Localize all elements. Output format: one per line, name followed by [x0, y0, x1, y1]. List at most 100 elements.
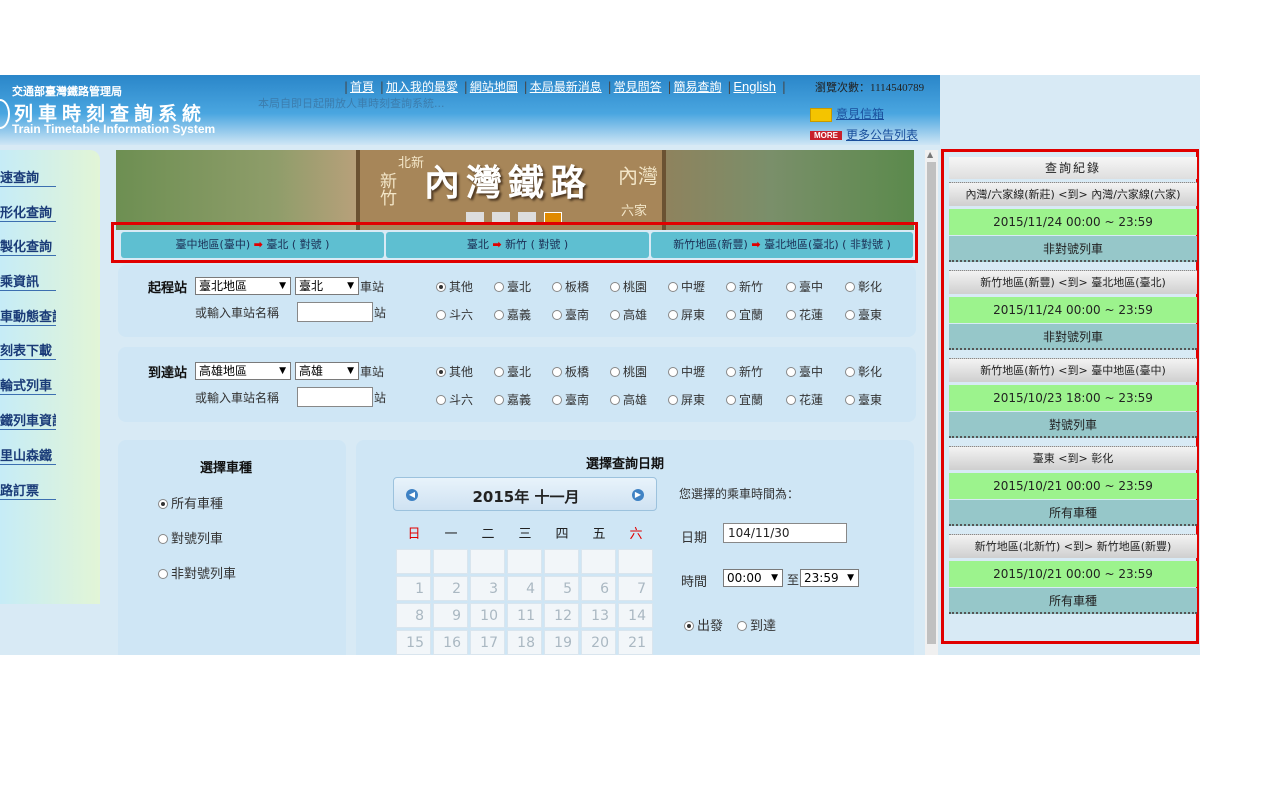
calendar-day[interactable]: 18	[507, 630, 542, 655]
news-marquee[interactable]: 本局自即日起開放人車時刻查詢系統...	[258, 95, 445, 111]
nav-home[interactable]: 首頁	[350, 80, 374, 94]
history-record-type[interactable]: 所有車種	[949, 588, 1197, 614]
origin-quick-pingtung[interactable]: 屏東	[668, 306, 705, 323]
history-record-time[interactable]: 2015/10/21 00:00 ~ 23:59	[949, 561, 1197, 587]
history-record-type[interactable]: 所有車種	[949, 500, 1197, 526]
more-announcements-label[interactable]: 更多公告列表	[846, 128, 918, 142]
calendar-day[interactable]: 8	[396, 603, 431, 628]
scroll-up-icon[interactable]: ▲	[927, 150, 933, 159]
dest-quick-taitung[interactable]: 臺東	[845, 391, 882, 408]
history-record-route[interactable]: 新竹地區(新豐) <到> 臺北地區(臺北)	[949, 270, 1197, 294]
destination-station-select[interactable]: 高雄 ▼	[295, 362, 359, 380]
mode-depart[interactable]: 出發	[684, 615, 723, 634]
nav-news[interactable]: 本局最新消息	[530, 80, 602, 94]
nav-faq[interactable]: 常見問答	[614, 80, 662, 94]
history-record-route[interactable]: 新竹地區(北新竹) <到> 新竹地區(新豐)	[949, 534, 1197, 558]
origin-quick-tainan[interactable]: 臺南	[552, 306, 589, 323]
more-announcements[interactable]: MORE 更多公告列表	[810, 126, 918, 143]
calendar-day[interactable]: 3	[470, 576, 505, 601]
dest-quick-taipei[interactable]: 臺北	[494, 363, 531, 380]
dest-quick-zhongli[interactable]: 中壢	[668, 363, 705, 380]
calendar-day[interactable]: 4	[507, 576, 542, 601]
calendar-day[interactable]: 21	[618, 630, 653, 655]
calendar-day[interactable]: 10	[470, 603, 505, 628]
nav-sitemap[interactable]: 網站地圖	[470, 80, 518, 94]
destination-region-select[interactable]: 高雄地區 ▼	[195, 362, 291, 380]
origin-quick-changhua[interactable]: 彰化	[845, 278, 882, 295]
calendar-day[interactable]: 13	[581, 603, 616, 628]
origin-quick-yilan[interactable]: 宜蘭	[726, 306, 763, 323]
calendar-day[interactable]: 2	[433, 576, 468, 601]
origin-quick-douliu[interactable]: 斗六	[436, 306, 473, 323]
calendar-day[interactable]: 11	[507, 603, 542, 628]
mode-arrive[interactable]: 到達	[737, 615, 776, 634]
history-record-route[interactable]: 臺東 <到> 彰化	[949, 446, 1197, 470]
nav-favorite[interactable]: 加入我的最愛	[386, 80, 458, 94]
menu-item-boarding-info[interactable]: 乘資訊	[0, 271, 56, 291]
origin-quick-chiayi[interactable]: 嘉義	[494, 306, 531, 323]
menu-item-wheelchair-train[interactable]: 輪式列車	[0, 375, 56, 395]
origin-quick-hualien[interactable]: 花蓮	[786, 306, 823, 323]
origin-station-select[interactable]: 臺北 ▼	[295, 277, 359, 295]
history-record-route[interactable]: 新竹地區(新竹) <到> 臺中地區(臺中)	[949, 358, 1197, 382]
calendar-day[interactable]: 17	[470, 630, 505, 655]
train-type-unreserved[interactable]: 非對號列車	[158, 563, 236, 582]
calendar-day[interactable]: 14	[618, 603, 653, 628]
origin-quick-hsinchu[interactable]: 新竹	[726, 278, 763, 295]
dest-quick-banqiao[interactable]: 板橋	[552, 363, 589, 380]
time-to-select[interactable]: 23:59 ▼	[800, 569, 859, 587]
dest-quick-pingtung[interactable]: 屏東	[668, 391, 705, 408]
quick-route-2[interactable]: 臺北 ➡ 新竹 ( 對號 )	[386, 232, 649, 258]
dest-quick-other[interactable]: 其他	[436, 363, 473, 380]
origin-quick-taoyuan[interactable]: 桃園	[610, 278, 647, 295]
scrollbar-thumb[interactable]	[927, 162, 936, 644]
quick-route-1[interactable]: 臺中地區(臺中) ➡ 臺北 ( 對號 )	[121, 232, 384, 258]
date-input[interactable]: 104/11/30	[723, 523, 847, 543]
calendar-day[interactable]: 12	[544, 603, 579, 628]
calendar-day[interactable]: 19	[544, 630, 579, 655]
menu-item-train-status[interactable]: 車動態查詢	[0, 306, 56, 326]
menu-item-booking[interactable]: 路訂票	[0, 480, 56, 500]
origin-quick-taitung[interactable]: 臺東	[845, 306, 882, 323]
time-from-select[interactable]: 00:00 ▼	[723, 569, 783, 587]
dest-quick-tainan[interactable]: 臺南	[552, 391, 589, 408]
history-record-time[interactable]: 2015/11/24 00:00 ~ 23:59	[949, 297, 1197, 323]
dest-quick-yilan[interactable]: 宜蘭	[726, 391, 763, 408]
mailbox-label[interactable]: 意見信箱	[836, 107, 884, 121]
menu-item-quick-query[interactable]: 速查詢	[0, 167, 56, 187]
dest-quick-taoyuan[interactable]: 桃園	[610, 363, 647, 380]
origin-region-select[interactable]: 臺北地區 ▼	[195, 277, 291, 295]
dest-quick-hualien[interactable]: 花蓮	[786, 391, 823, 408]
history-record-type[interactable]: 對號列車	[949, 412, 1197, 438]
calendar-day[interactable]: 5	[544, 576, 579, 601]
history-record-type[interactable]: 非對號列車	[949, 236, 1197, 262]
origin-quick-taipei[interactable]: 臺北	[494, 278, 531, 295]
calendar-day[interactable]: 20	[581, 630, 616, 655]
history-record-time[interactable]: 2015/10/23 18:00 ~ 23:59	[949, 385, 1197, 411]
menu-item-custom-query[interactable]: 製化查詢	[0, 236, 56, 256]
history-record-route[interactable]: 內灣/六家線(新莊) <到> 內灣/六家線(六家)	[949, 182, 1197, 206]
destination-manual-input[interactable]	[297, 387, 373, 407]
train-type-reserved[interactable]: 對號列車	[158, 528, 223, 547]
calendar-day[interactable]: 16	[433, 630, 468, 655]
origin-quick-taichung[interactable]: 臺中	[786, 278, 823, 295]
nav-simple-query[interactable]: 簡易查詢	[674, 80, 722, 94]
dest-quick-hsinchu[interactable]: 新竹	[726, 363, 763, 380]
dest-quick-chiayi[interactable]: 嘉義	[494, 391, 531, 408]
history-record-type[interactable]: 非對號列車	[949, 324, 1197, 350]
origin-quick-zhongli[interactable]: 中壢	[668, 278, 705, 295]
dest-quick-kaohsiung[interactable]: 高雄	[610, 391, 647, 408]
menu-item-alishan[interactable]: 里山森鐵	[0, 445, 56, 465]
menu-item-timetable-download[interactable]: 刻表下載	[0, 340, 56, 360]
dest-quick-douliu[interactable]: 斗六	[436, 391, 473, 408]
origin-quick-other[interactable]: 其他	[436, 278, 473, 295]
calendar-day[interactable]: 1	[396, 576, 431, 601]
origin-manual-input[interactable]	[297, 302, 373, 322]
menu-item-hsr-info[interactable]: 鐵列車資訊	[0, 410, 56, 430]
train-type-all[interactable]: 所有車種	[158, 493, 223, 512]
menu-item-graphic-query[interactable]: 形化查詢	[0, 202, 56, 222]
calendar-day[interactable]: 15	[396, 630, 431, 655]
mailbox-link[interactable]: 意見信箱	[810, 105, 884, 122]
calendar-day[interactable]: 6	[581, 576, 616, 601]
origin-quick-kaohsiung[interactable]: 高雄	[610, 306, 647, 323]
